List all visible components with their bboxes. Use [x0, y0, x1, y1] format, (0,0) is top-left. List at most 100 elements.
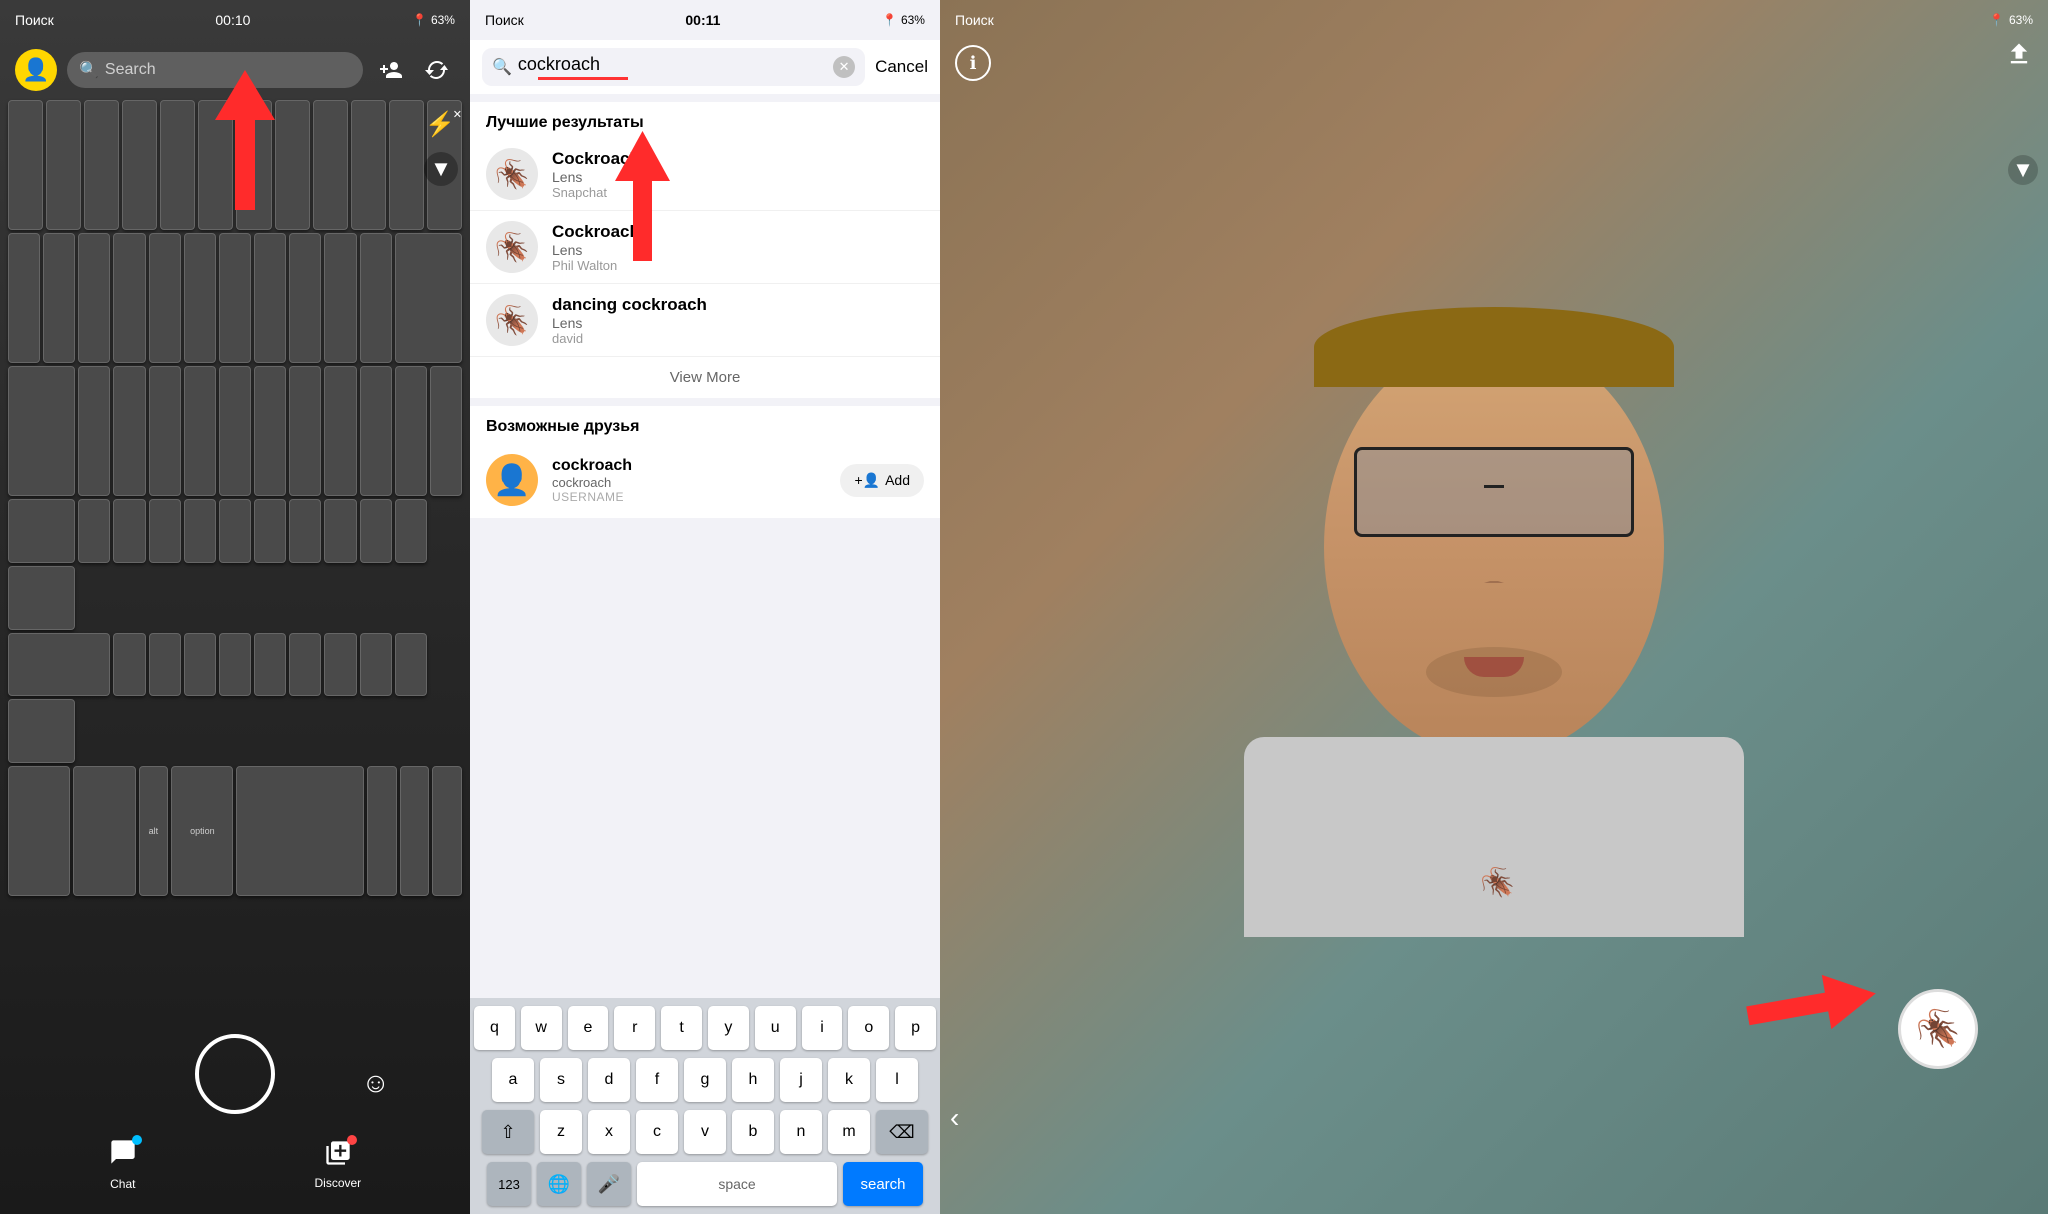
key-a[interactable] — [78, 499, 110, 563]
key-f10[interactable] — [351, 100, 386, 230]
add-friend-button[interactable] — [373, 52, 409, 88]
key-9[interactable] — [324, 233, 356, 363]
key-up[interactable] — [400, 766, 430, 896]
key-period[interactable] — [395, 633, 427, 697]
key-b[interactable]: b — [732, 1110, 774, 1154]
key-comma[interactable] — [360, 633, 392, 697]
shutter-button[interactable] — [195, 1034, 275, 1114]
key-f5[interactable] — [160, 100, 195, 230]
key-space[interactable]: space — [637, 1162, 837, 1206]
key-123[interactable]: 123 — [487, 1162, 531, 1206]
result-item-cockroach-phil[interactable]: 🪳 Cockroach Lens Phil Walton — [470, 211, 940, 284]
key-microphone[interactable]: 🎤 — [587, 1162, 631, 1206]
key-l[interactable]: l — [876, 1058, 918, 1102]
key-2[interactable] — [78, 233, 110, 363]
key-h[interactable] — [254, 499, 286, 563]
key-f4[interactable] — [122, 100, 157, 230]
key-n[interactable]: n — [780, 1110, 822, 1154]
key-fn[interactable] — [8, 766, 70, 896]
key-e[interactable]: e — [568, 1006, 609, 1050]
key-globe[interactable]: 🌐 — [537, 1162, 581, 1206]
key-8[interactable] — [289, 233, 321, 363]
key-g[interactable] — [219, 499, 251, 563]
key-h[interactable]: h — [732, 1058, 774, 1102]
key-x[interactable]: x — [588, 1110, 630, 1154]
key-t[interactable]: t — [661, 1006, 702, 1050]
key-r[interactable] — [184, 366, 216, 496]
key-f2[interactable] — [46, 100, 81, 230]
cancel-button[interactable]: Cancel — [875, 57, 928, 77]
key-e[interactable] — [149, 366, 181, 496]
key-o[interactable] — [360, 366, 392, 496]
key-l[interactable] — [360, 499, 392, 563]
key-bracket-r[interactable] — [430, 366, 462, 496]
key-t[interactable] — [219, 366, 251, 496]
key-m[interactable]: m — [828, 1110, 870, 1154]
key-6[interactable] — [219, 233, 251, 363]
key-s[interactable]: s — [540, 1058, 582, 1102]
key-f1[interactable] — [8, 100, 43, 230]
result-item-cockroach-snapchat[interactable]: 🪳 Cockroach Lens Snapchat — [470, 138, 940, 211]
key-5[interactable] — [184, 233, 216, 363]
key-p[interactable]: p — [895, 1006, 936, 1050]
key-shift[interactable]: ⇧ — [482, 1110, 534, 1154]
key-s[interactable] — [113, 499, 145, 563]
key-1[interactable] — [43, 233, 75, 363]
info-button[interactable]: ℹ — [955, 45, 991, 81]
key-o[interactable]: o — [848, 1006, 889, 1050]
key-p[interactable] — [395, 366, 427, 496]
key-space[interactable] — [236, 766, 364, 896]
key-7[interactable] — [254, 233, 286, 363]
key-tab[interactable] — [8, 366, 75, 496]
key-n[interactable] — [289, 633, 321, 697]
key-j[interactable]: j — [780, 1058, 822, 1102]
add-friend-button[interactable]: +👤 Add — [840, 464, 924, 497]
key-backspace[interactable]: ⌫ — [876, 1110, 928, 1154]
key-r[interactable]: r — [614, 1006, 655, 1050]
key-z[interactable] — [113, 633, 145, 697]
key-i[interactable]: i — [802, 1006, 843, 1050]
user-avatar[interactable]: 👤 — [15, 49, 57, 91]
key-c[interactable]: c — [636, 1110, 678, 1154]
key-delete[interactable] — [395, 233, 462, 363]
key-j[interactable] — [289, 499, 321, 563]
clear-search-button[interactable]: ✕ — [833, 56, 855, 78]
key-k[interactable]: k — [828, 1058, 870, 1102]
key-f11[interactable] — [389, 100, 424, 230]
key-shift[interactable] — [8, 633, 110, 697]
key-caps[interactable] — [8, 499, 75, 563]
key-semicolon[interactable] — [395, 499, 427, 563]
key-u[interactable]: u — [755, 1006, 796, 1050]
search-bar[interactable]: 🔍 Search — [67, 52, 363, 88]
key-f[interactable]: f — [636, 1058, 678, 1102]
key-alt[interactable]: alt — [139, 766, 169, 896]
key-f7[interactable] — [236, 100, 271, 230]
key-f9[interactable] — [313, 100, 348, 230]
key-4[interactable] — [149, 233, 181, 363]
key-v[interactable]: v — [684, 1110, 726, 1154]
key-y[interactable]: y — [708, 1006, 749, 1050]
key-k[interactable] — [324, 499, 356, 563]
key-y[interactable] — [254, 366, 286, 496]
key-command-l[interactable] — [73, 766, 135, 896]
key-m[interactable] — [324, 633, 356, 697]
key-enter[interactable] — [8, 566, 75, 630]
key-c[interactable] — [184, 633, 216, 697]
key-f8[interactable] — [275, 100, 310, 230]
key-0[interactable] — [360, 233, 392, 363]
key-g[interactable]: g — [684, 1058, 726, 1102]
key-a[interactable]: a — [492, 1058, 534, 1102]
key-q[interactable] — [78, 366, 110, 496]
flash-button[interactable]: ⚡ — [425, 110, 455, 139]
key-d[interactable] — [149, 499, 181, 563]
key-f6[interactable] — [198, 100, 233, 230]
key-d[interactable]: d — [588, 1058, 630, 1102]
chevron-right-icon[interactable]: ▼ — [424, 152, 458, 186]
view-more-button[interactable]: View More — [470, 357, 940, 398]
camera-flip-button[interactable] — [419, 52, 455, 88]
key-z[interactable]: z — [540, 1110, 582, 1154]
key-shift-r[interactable] — [8, 699, 75, 763]
key-i[interactable] — [324, 366, 356, 496]
search-input-wrap[interactable]: 🔍 cockroach ✕ — [482, 48, 865, 86]
key-right[interactable] — [432, 766, 462, 896]
